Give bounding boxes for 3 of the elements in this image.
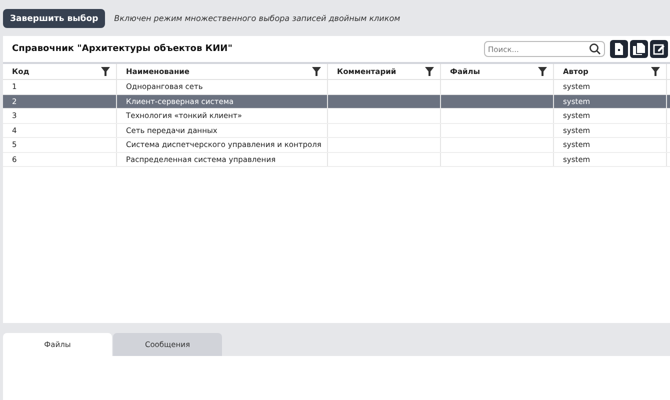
hint-text: Включен режим множественного выбора записей двойным кликом [114,14,400,22]
panel-title: Справочник "Архитектуры объектов КИИ" [12,44,232,54]
finish-selection-button[interactable]: Завершить выбор [3,8,106,28]
